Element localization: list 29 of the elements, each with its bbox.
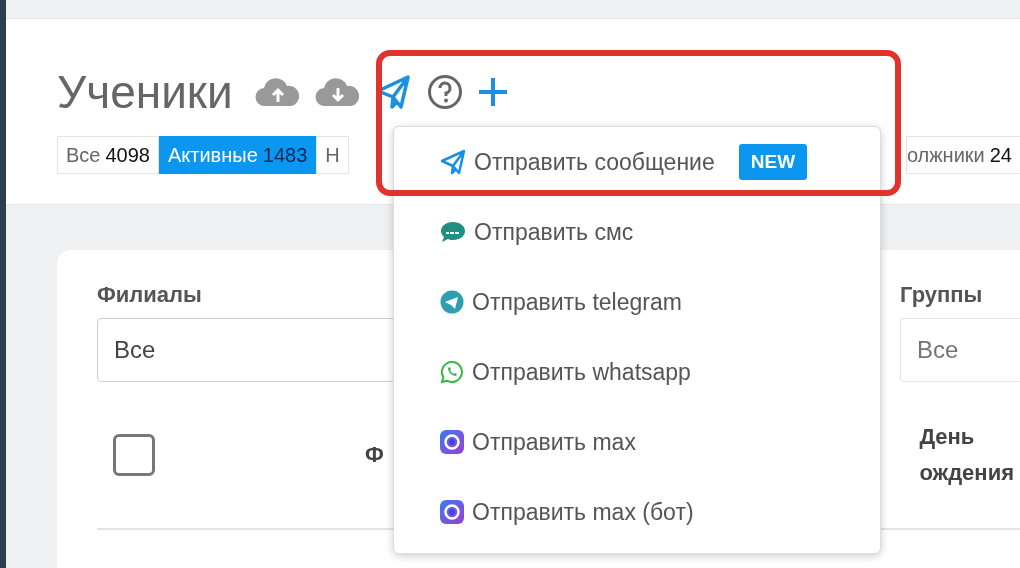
cloud-download-icon[interactable]: [314, 77, 361, 107]
chat-bubble-icon: [440, 220, 466, 244]
help-icon[interactable]: [426, 74, 463, 110]
whatsapp-icon: [440, 360, 464, 384]
cloud-upload-icon[interactable]: [254, 77, 301, 107]
new-badge: NEW: [738, 144, 808, 180]
add-icon[interactable]: [476, 76, 509, 108]
page-title: Ученики: [57, 65, 233, 119]
telegram-icon: [440, 290, 464, 314]
menu-item[interactable]: Отправить telegram: [394, 267, 880, 337]
menu-item[interactable]: Отправить max: [394, 407, 880, 477]
filter-tab[interactable]: Н: [316, 136, 349, 174]
select-all-checkbox[interactable]: [113, 434, 155, 476]
menu-item[interactable]: Отправить сообщение NEW: [394, 127, 880, 197]
filter-label: Филиалы: [97, 282, 202, 308]
menu-item[interactable]: Отправить whatsapp: [394, 337, 880, 407]
messenger-icon: [440, 500, 464, 524]
menu-item[interactable]: Отправить смс: [394, 197, 880, 267]
branch-select[interactable]: Все: [97, 318, 395, 382]
paper-plane-icon: [440, 149, 466, 175]
menu-item[interactable]: Отправить max (бот): [394, 477, 880, 547]
filter-tab[interactable]: олжники 24: [905, 136, 1020, 174]
filter-tab[interactable]: Активные 1483: [158, 136, 317, 174]
filter-label: Группы: [900, 282, 983, 308]
group-select[interactable]: Все: [900, 318, 1020, 382]
messenger-icon: [440, 430, 464, 454]
column-header: Ф: [365, 441, 384, 469]
column-header: День ождения: [919, 423, 1015, 487]
filter-tab[interactable]: Все 4098: [57, 136, 159, 174]
